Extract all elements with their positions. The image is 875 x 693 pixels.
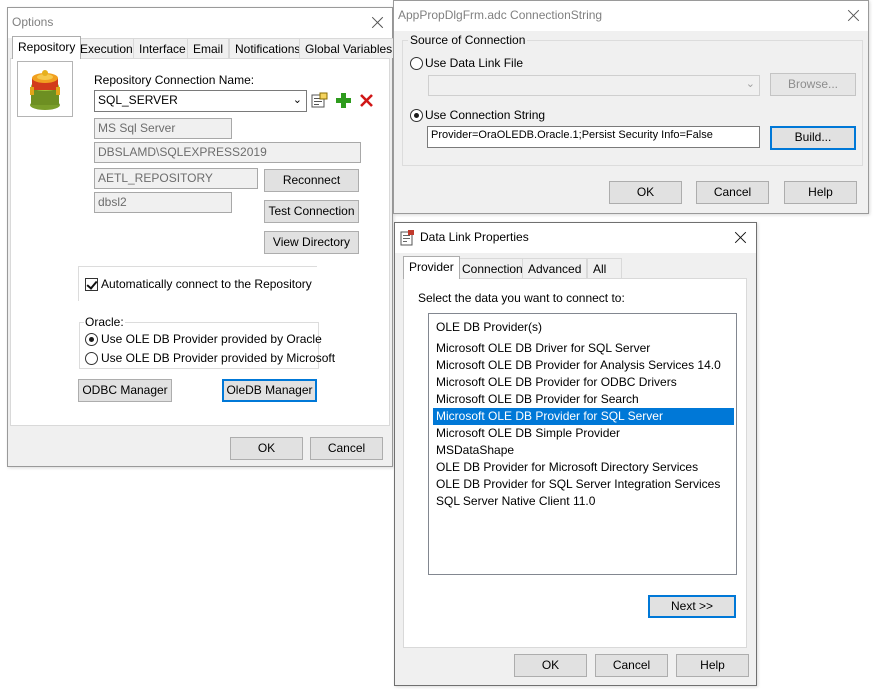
provider-item[interactable]: Microsoft OLE DB Provider for ODBC Drive… [433,374,734,391]
datalink-tab-strip: Provider Connection Advanced All [403,256,703,280]
oledb-manager-button[interactable]: OleDB Manager [222,379,317,402]
options-close-icon[interactable] [368,13,388,33]
chevron-down-icon: ⌄ [745,78,755,90]
connstr-help-button[interactable]: Help [784,181,857,204]
connection-name-combo[interactable]: SQL_SERVER ⌄ [94,90,307,112]
datalink-help-button[interactable]: Help [676,654,749,677]
provider-item[interactable]: SQL Server Native Client 11.0 [433,493,734,510]
repository-icon [17,61,73,117]
provider-item-selected[interactable]: Microsoft OLE DB Provider for SQL Server [433,408,734,425]
tab-email[interactable]: Email [187,38,230,58]
connection-string-input[interactable]: Provider=OraOLEDB.Oracle.1;Persist Secur… [427,126,760,148]
repository-connection-label: Repository Connection Name: [94,73,255,87]
datalink-instruction: Select the data you want to connect to: [418,291,625,305]
tab-provider[interactable]: Provider [403,256,460,279]
connstr-cancel-button[interactable]: Cancel [696,181,769,204]
data-link-icon [399,230,415,246]
connection-string-radio[interactable] [410,109,423,122]
datalink-close-icon[interactable] [731,228,751,248]
oracle-group-label: Oracle: [84,315,125,329]
connection-string-label[interactable]: Use Connection String [425,108,545,122]
options-dialog: Options Repository Execution Interface E… [7,7,399,467]
options-cancel-button[interactable]: Cancel [310,437,383,460]
connstr-titlebar[interactable]: AppPropDlgFrm.adc ConnectionString [394,1,868,31]
database-field: AETL_REPOSITORY [94,168,258,189]
options-tab-strip: Repository Execution Interface Email Not… [10,36,399,60]
build-button[interactable]: Build... [770,126,856,150]
tab-repository[interactable]: Repository [12,36,82,59]
datalink-dialog: Data Link Properties Provider Connection… [394,222,757,686]
source-of-connection-label: Source of Connection [408,33,528,47]
tab-advanced[interactable]: Advanced [522,258,588,278]
provider-list[interactable]: OLE DB Provider(s) Microsoft OLE DB Driv… [428,313,737,575]
delete-icon[interactable] [358,92,375,109]
reconnect-button[interactable]: Reconnect [264,169,359,192]
microsoft-provider-radio[interactable] [85,352,98,365]
options-ok-button[interactable]: OK [230,437,303,460]
connstr-title: AppPropDlgFrm.adc ConnectionString [398,8,603,22]
provider-item[interactable]: Microsoft OLE DB Provider for Search [433,391,734,408]
oracle-provider-radio[interactable] [85,333,98,346]
options-title: Options [12,15,54,29]
connstr-ok-button[interactable]: OK [609,181,682,204]
datalink-title: Data Link Properties [420,230,529,244]
provider-item[interactable]: OLE DB Provider for Microsoft Directory … [433,459,734,476]
auto-connect-checkbox[interactable] [85,278,98,291]
provider-item[interactable]: MSDataShape [433,442,734,459]
datalink-titlebar[interactable]: Data Link Properties [395,223,756,253]
connection-name-value: SQL_SERVER [98,93,178,107]
provider-item[interactable]: OLE DB Provider for SQL Server Integrati… [433,476,734,493]
odbc-manager-button[interactable]: ODBC Manager [78,379,172,402]
data-link-file-label[interactable]: Use Data Link File [425,56,523,70]
data-link-file-combo: ⌄ [428,75,760,96]
browse-button: Browse... [770,73,856,96]
server-type-field: MS Sql Server [94,118,232,139]
datalink-cancel-button[interactable]: Cancel [595,654,668,677]
next-button[interactable]: Next >> [648,595,736,618]
tab-global-variables[interactable]: Global Variables [299,38,399,58]
datalink-ok-button[interactable]: OK [514,654,587,677]
connection-properties-icon[interactable] [311,92,328,109]
data-link-file-radio[interactable] [410,57,423,70]
tab-notifications[interactable]: Notifications [229,38,307,58]
connstr-close-icon[interactable] [844,6,864,26]
add-icon[interactable] [335,92,352,109]
server-name-field: DBSLAMD\SQLEXPRESS2019 [94,142,361,163]
tab-connection[interactable]: Connection [456,258,529,278]
auto-connect-box [78,266,79,301]
auto-connect-line [78,266,317,267]
test-connection-button[interactable]: Test Connection [264,200,359,223]
datalink-tab-panel: Select the data you want to connect to: … [403,278,747,648]
provider-list-header: OLE DB Provider(s) [436,320,543,334]
options-tab-panel: Repository Connection Name: SQL_SERVER ⌄ [10,58,390,426]
view-directory-button[interactable]: View Directory [264,231,359,254]
chevron-down-icon[interactable]: ⌄ [293,93,302,106]
oracle-provider-label[interactable]: Use OLE DB Provider provided by Oracle [101,332,322,346]
tab-execution[interactable]: Execution [74,38,139,58]
tab-all[interactable]: All [587,258,622,278]
provider-item[interactable]: Microsoft OLE DB Provider for Analysis S… [433,357,734,374]
provider-item[interactable]: Microsoft OLE DB Simple Provider [433,425,734,442]
microsoft-provider-label[interactable]: Use OLE DB Provider provided by Microsof… [101,351,335,365]
user-field: dbsl2 [94,192,232,213]
connstr-dialog: AppPropDlgFrm.adc ConnectionString Sourc… [393,0,869,214]
options-titlebar[interactable]: Options [8,8,392,38]
tab-interface[interactable]: Interface [133,38,192,58]
auto-connect-label[interactable]: Automatically connect to the Repository [101,277,312,291]
provider-item[interactable]: Microsoft OLE DB Driver for SQL Server [433,340,734,357]
